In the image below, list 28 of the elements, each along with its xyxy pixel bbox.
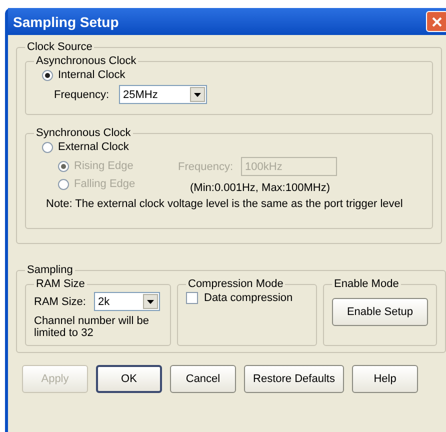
dropdown[interactable]: 2k [94, 292, 160, 311]
group-label: Asynchronous Clock [35, 55, 138, 67]
note-text: Note: The external clock voltage level is the same as the port trigger level [45, 198, 404, 210]
window-title: Sampling Setup [13, 14, 119, 30]
close-icon [432, 16, 442, 26]
close-button[interactable] [426, 11, 446, 32]
field-label: Frequency: [178, 160, 234, 172]
dialog-button[interactable]: OK [96, 365, 162, 393]
group-label: RAM Size [35, 278, 86, 290]
checkbox[interactable]: Data compression [186, 292, 308, 304]
caret-icon [194, 92, 202, 96]
radio-button[interactable]: External Clock [42, 141, 129, 153]
caret-icon [146, 300, 154, 304]
group-label: Compression Mode [187, 278, 284, 290]
enable-setup-button[interactable]: Enable Setup [332, 298, 428, 326]
dialog-button[interactable]: Cancel [170, 365, 236, 393]
dialog-button[interactable]: Help [352, 365, 418, 393]
group-label: Sampling [26, 264, 74, 276]
group-label: Enable Mode [333, 278, 400, 290]
group-label: Clock Source [26, 41, 94, 53]
field-label: RAM Size: [34, 296, 86, 308]
dialog-button[interactable]: Restore Defaults [244, 365, 344, 393]
radio-button[interactable]: Internal Clock [42, 69, 126, 81]
field-label: Frequency: [54, 88, 110, 100]
group-label: Synchronous Clock [35, 127, 132, 139]
range-text: (Min:0.001Hz, Max:100MHz) [189, 182, 331, 194]
dropdown[interactable]: 25MHz [119, 85, 208, 104]
hint-text: Channel number will be limited to 32 [34, 315, 150, 339]
